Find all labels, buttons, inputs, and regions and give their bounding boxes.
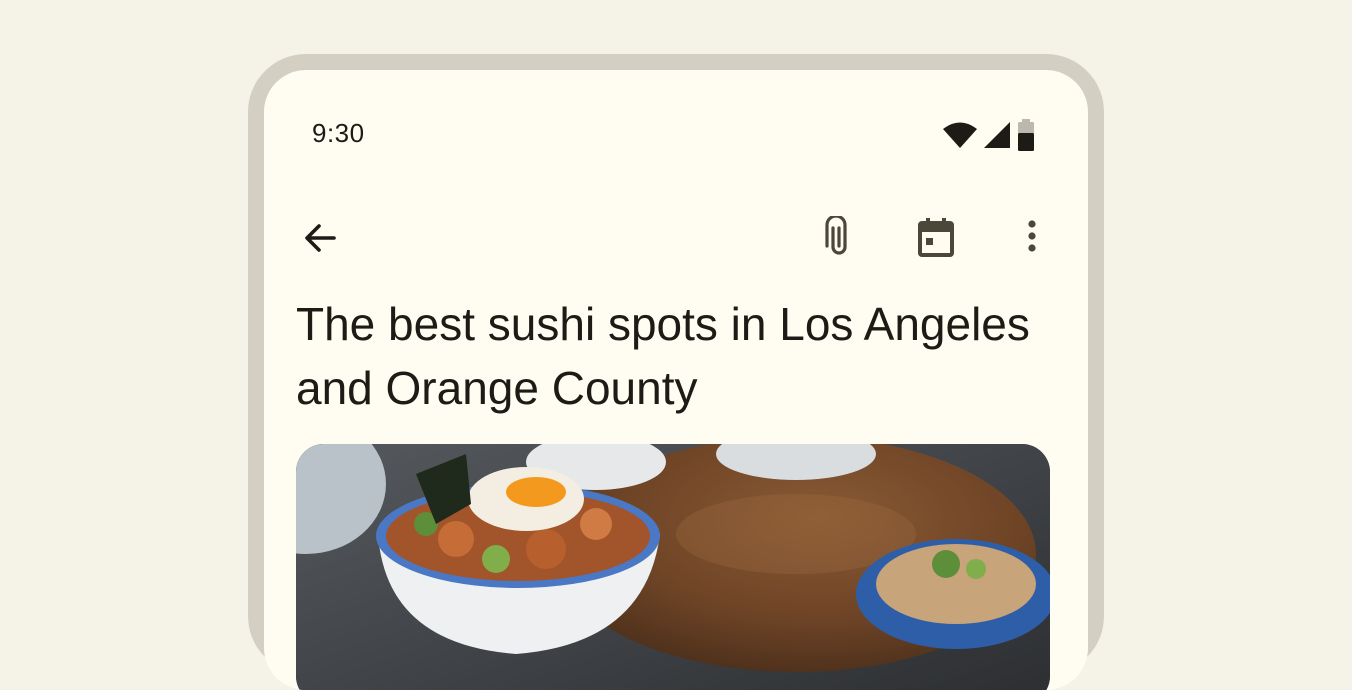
- calendar-button[interactable]: [904, 206, 968, 270]
- wifi-icon: [942, 120, 978, 150]
- more-vert-icon: [1026, 218, 1038, 258]
- phone-screen: 9:30 The best sushi spots in Los Angeles…: [264, 70, 1088, 690]
- attach-file-icon: [819, 216, 859, 260]
- battery-icon: [1016, 119, 1036, 151]
- top-app-bar: [264, 206, 1088, 270]
- cellular-signal-icon: [982, 120, 1012, 150]
- status-bar: 9:30: [264, 70, 1088, 200]
- hero-image: [296, 444, 1050, 690]
- arrow-back-icon: [300, 218, 340, 258]
- more-options-button[interactable]: [1000, 206, 1064, 270]
- status-icons: [942, 119, 1036, 151]
- article-title: The best sushi spots in Los Angeles and …: [296, 298, 1030, 414]
- back-button[interactable]: [288, 206, 352, 270]
- status-time: 9:30: [312, 118, 365, 148]
- calendar-icon: [916, 217, 956, 259]
- attach-button[interactable]: [807, 206, 871, 270]
- food-bowl-photo: [296, 444, 1050, 690]
